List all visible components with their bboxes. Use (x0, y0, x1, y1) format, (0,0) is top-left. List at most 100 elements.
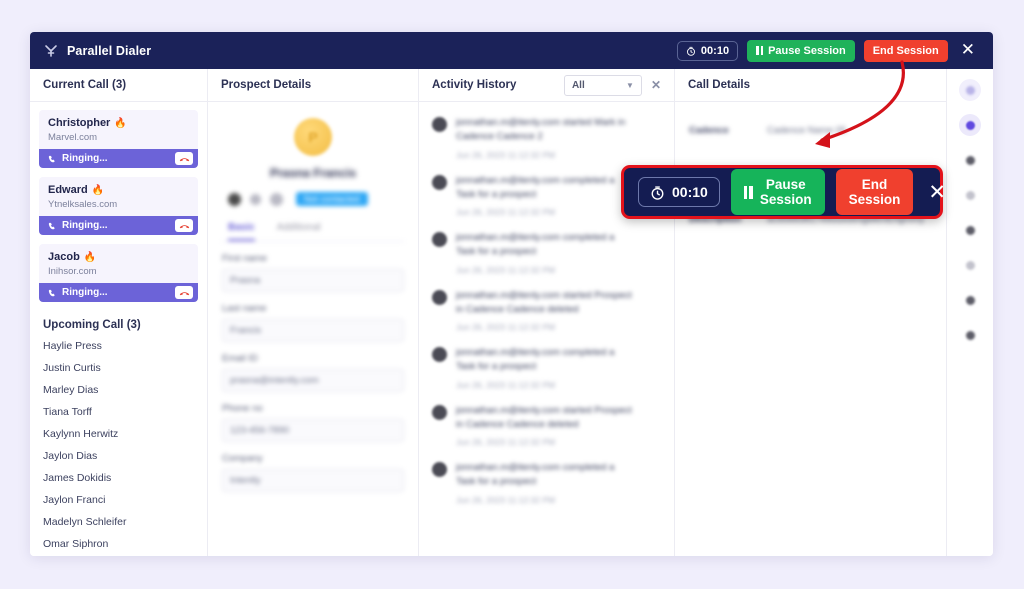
zoom-callout-overlay: 00:10 Pause Session End Session ✕ (621, 165, 946, 219)
field-last-name: Last name Francis (222, 303, 404, 342)
activity-filter-select[interactable]: All ▼ (563, 74, 642, 96)
hangup-button[interactable] (175, 219, 193, 232)
end-session-button[interactable]: End Session (863, 39, 948, 62)
callout-pause-session-button[interactable]: Pause Session (730, 169, 825, 215)
activity-line-1: jonnathan.m@itenly.com started Mark in (456, 117, 626, 128)
prospect-actions: Not contacted (222, 192, 404, 206)
session-controls: 00:10 Pause Session End Session ✕ (676, 39, 979, 62)
activity-timestamp: Jun 26, 2023 11:12:32 PM (456, 494, 556, 505)
tab-additional[interactable]: Additional (277, 222, 321, 241)
call-card-status-label: Ringing... (62, 287, 108, 298)
list-item[interactable]: James Dokidis (30, 467, 207, 489)
app-body: Current Call (3) Christopher 🔥 Marvel.co… (30, 69, 993, 556)
prospect-panel: Prospect Details P Prasna Francis Not co… (208, 69, 419, 556)
stopwatch-icon (686, 46, 695, 56)
call-card-name: Edward (48, 184, 88, 196)
session-timer: 00:10 (676, 40, 739, 61)
hangup-button[interactable] (175, 286, 193, 299)
phone-ringing-icon (48, 155, 55, 162)
pause-session-button[interactable]: Pause Session (747, 39, 855, 62)
close-icon[interactable]: ✕ (928, 182, 946, 203)
activity-line-1: jonnathan.m@itenly.com started Prospect (456, 404, 632, 416)
settings-icon[interactable] (959, 324, 981, 346)
list-item[interactable]: Madelyn Schleifer (30, 511, 207, 533)
list-item[interactable]: jonnathan.m@itenly.com completed a Task … (419, 453, 674, 511)
list-item[interactable]: Jaylon Franci (30, 489, 207, 511)
activity-list: jonnathan.m@itenly.com started Mark in C… (419, 102, 674, 511)
current-calls-list: Christopher 🔥 Marvel.com Ringing... Edwa… (30, 102, 207, 302)
more-options-icon[interactable] (270, 192, 283, 206)
list-item[interactable]: Marley Dias (30, 379, 207, 401)
list-item[interactable]: Omar Siphron (30, 533, 207, 555)
list-item[interactable]: Haylie Press (30, 335, 207, 357)
call-card[interactable]: Christopher 🔥 Marvel.com Ringing... (39, 110, 198, 168)
list-item[interactable]: jonnathan.m@itenly.com completed a Task … (419, 223, 674, 281)
activity-line-1: jonnathan.m@itenly.com completed a (456, 232, 615, 243)
prospect-name: Prasna Francis (269, 166, 357, 180)
task-glyph (965, 260, 975, 270)
list-item[interactable]: Makenna Dorwart (30, 555, 207, 556)
hangup-icon (179, 224, 189, 228)
activity-line-2: Task for a prospect (456, 246, 537, 258)
list-item[interactable]: Jaylon Dias (30, 445, 207, 467)
edit-pencil-icon[interactable] (250, 193, 261, 205)
activity-panel-title: Activity History (432, 79, 517, 91)
end-session-label: End Session (872, 44, 939, 57)
call-card-info: Christopher 🔥 Marvel.com (39, 110, 198, 149)
field-label: Last name (222, 303, 267, 314)
phone-icon[interactable] (959, 184, 981, 206)
call-details-panel: Call Details Cadence Cadence Name 05 Sch… (675, 69, 947, 556)
call-card-name-row: Christopher 🔥 (48, 117, 189, 129)
call-card-status: Ringing... (39, 149, 198, 168)
list-item[interactable]: Justin Curtis (30, 357, 207, 379)
close-icon[interactable]: ✕ (651, 78, 661, 92)
list-item[interactable]: jonnathan.m@itenly.com started Prospect … (419, 281, 674, 339)
profile-icon[interactable] (228, 192, 241, 206)
mail-icon[interactable] (959, 219, 981, 241)
trident-logo-icon (45, 44, 57, 57)
detail-row: Cadence Cadence Name 05 (689, 125, 932, 136)
phone-glyph (965, 190, 975, 200)
list-item[interactable]: jonnathan.m@itenly.com started Prospect … (419, 396, 674, 454)
call-card[interactable]: Jacob 🔥 Inihsor.com Ringing... (39, 244, 198, 302)
app-titlebar: Parallel Dialer 00:10 Pause Session End … (30, 32, 993, 69)
report-icon[interactable] (959, 289, 981, 311)
activity-text: jonnathan.m@itenly.com started Prospect … (456, 289, 661, 333)
field-label: First name (222, 253, 267, 264)
hangup-button[interactable] (175, 152, 193, 165)
first-name-input[interactable]: Prasna (222, 269, 404, 292)
list-item[interactable]: Kaylynn Herwitz (30, 423, 207, 445)
contacts-icon[interactable] (959, 149, 981, 171)
grid-apps-glyph (965, 85, 975, 95)
activity-text: jonnathan.m@itenly.com started Prospect … (456, 404, 661, 448)
activity-line-2: Task for a prospect (456, 476, 537, 488)
brand: Parallel Dialer (44, 44, 151, 58)
activity-line-1: jonnathan.m@itenly.com completed a (456, 462, 615, 473)
callout-end-session-button[interactable]: End Session (835, 169, 914, 215)
phone-input[interactable]: 123-456-7890 (222, 419, 404, 442)
list-item[interactable]: jonnathan.m@itenly.com completed a Task … (419, 338, 674, 396)
hangup-icon (179, 291, 189, 295)
call-card-domain: Marvel.com (48, 132, 98, 143)
activity-avatar-icon (432, 404, 447, 420)
last-name-input[interactable]: Francis (222, 319, 404, 342)
activity-line-2: in Cadence Cadence deleted (456, 418, 579, 430)
prospect-panel-header: Prospect Details (208, 69, 418, 102)
dialer-icon[interactable] (959, 114, 981, 136)
callout-end-label: End Session (848, 177, 901, 207)
call-card[interactable]: Edward 🔥 Ytnelksales.com Ringing... (39, 177, 198, 235)
avatar: P (294, 118, 332, 156)
company-input[interactable]: Intently (222, 469, 404, 492)
list-item[interactable]: Tiana Torff (30, 401, 207, 423)
list-item[interactable]: jonnathan.m@itenly.com started Mark in C… (419, 108, 674, 166)
close-icon[interactable]: ✕ (957, 39, 979, 62)
activity-text: jonnathan.m@itenly.com started Mark in C… (456, 116, 661, 160)
detail-key: Cadence (689, 125, 729, 136)
activity-line-2: Task for a prospect (456, 361, 537, 373)
email-field[interactable]: prasna@intently.com (222, 369, 404, 392)
tab-basic[interactable]: Basic (228, 222, 255, 241)
activity-panel: Activity History All ▼ ✕ jonnathan.m@ite… (419, 69, 675, 556)
grid-apps-icon[interactable] (959, 79, 981, 101)
activity-avatar-icon (432, 347, 447, 362)
task-icon[interactable] (959, 254, 981, 276)
